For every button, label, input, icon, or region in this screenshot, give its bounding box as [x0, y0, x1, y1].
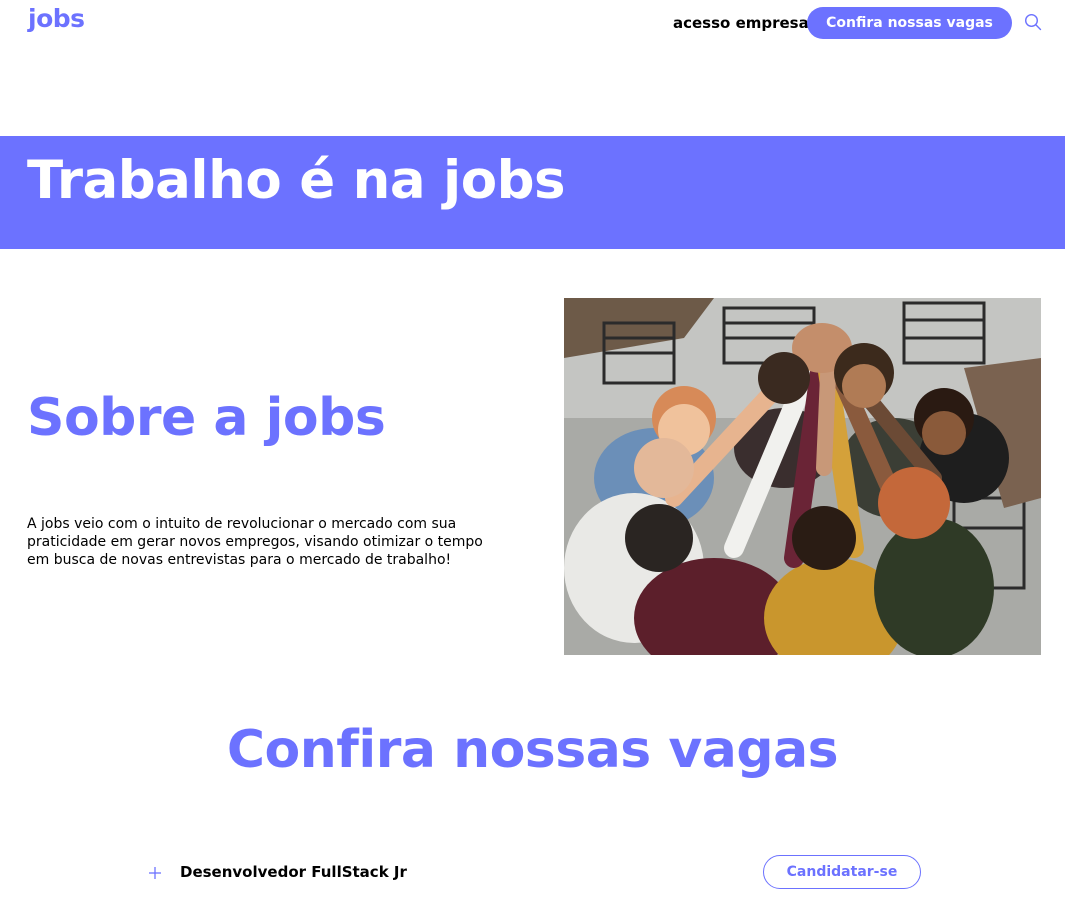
plus-icon[interactable] — [148, 866, 162, 880]
site-header: jobs acesso empresa Confira nossas vagas — [0, 0, 1065, 60]
jobs-section-title: Confira nossas vagas — [226, 720, 839, 780]
about-title: Sobre a jobs — [27, 388, 386, 448]
company-access-link[interactable]: acesso empresa — [673, 14, 809, 32]
search-icon[interactable] — [1024, 13, 1042, 31]
team-photo-illustration — [564, 298, 1041, 655]
hero-title: Trabalho é na jobs — [27, 150, 566, 211]
team-photo — [564, 298, 1041, 655]
job-title: Desenvolvedor FullStack Jr — [180, 863, 407, 881]
hero-banner: Trabalho é na jobs — [0, 136, 1065, 249]
apply-button[interactable]: Candidatar-se — [763, 855, 921, 889]
jobs-cta-button[interactable]: Confira nossas vagas — [807, 7, 1012, 39]
about-text: A jobs veio com o intuito de revoluciona… — [27, 516, 483, 568]
job-item[interactable]: Desenvolvedor FullStack Jr Candidatar-se — [140, 850, 930, 896]
logo[interactable]: jobs — [28, 4, 85, 33]
